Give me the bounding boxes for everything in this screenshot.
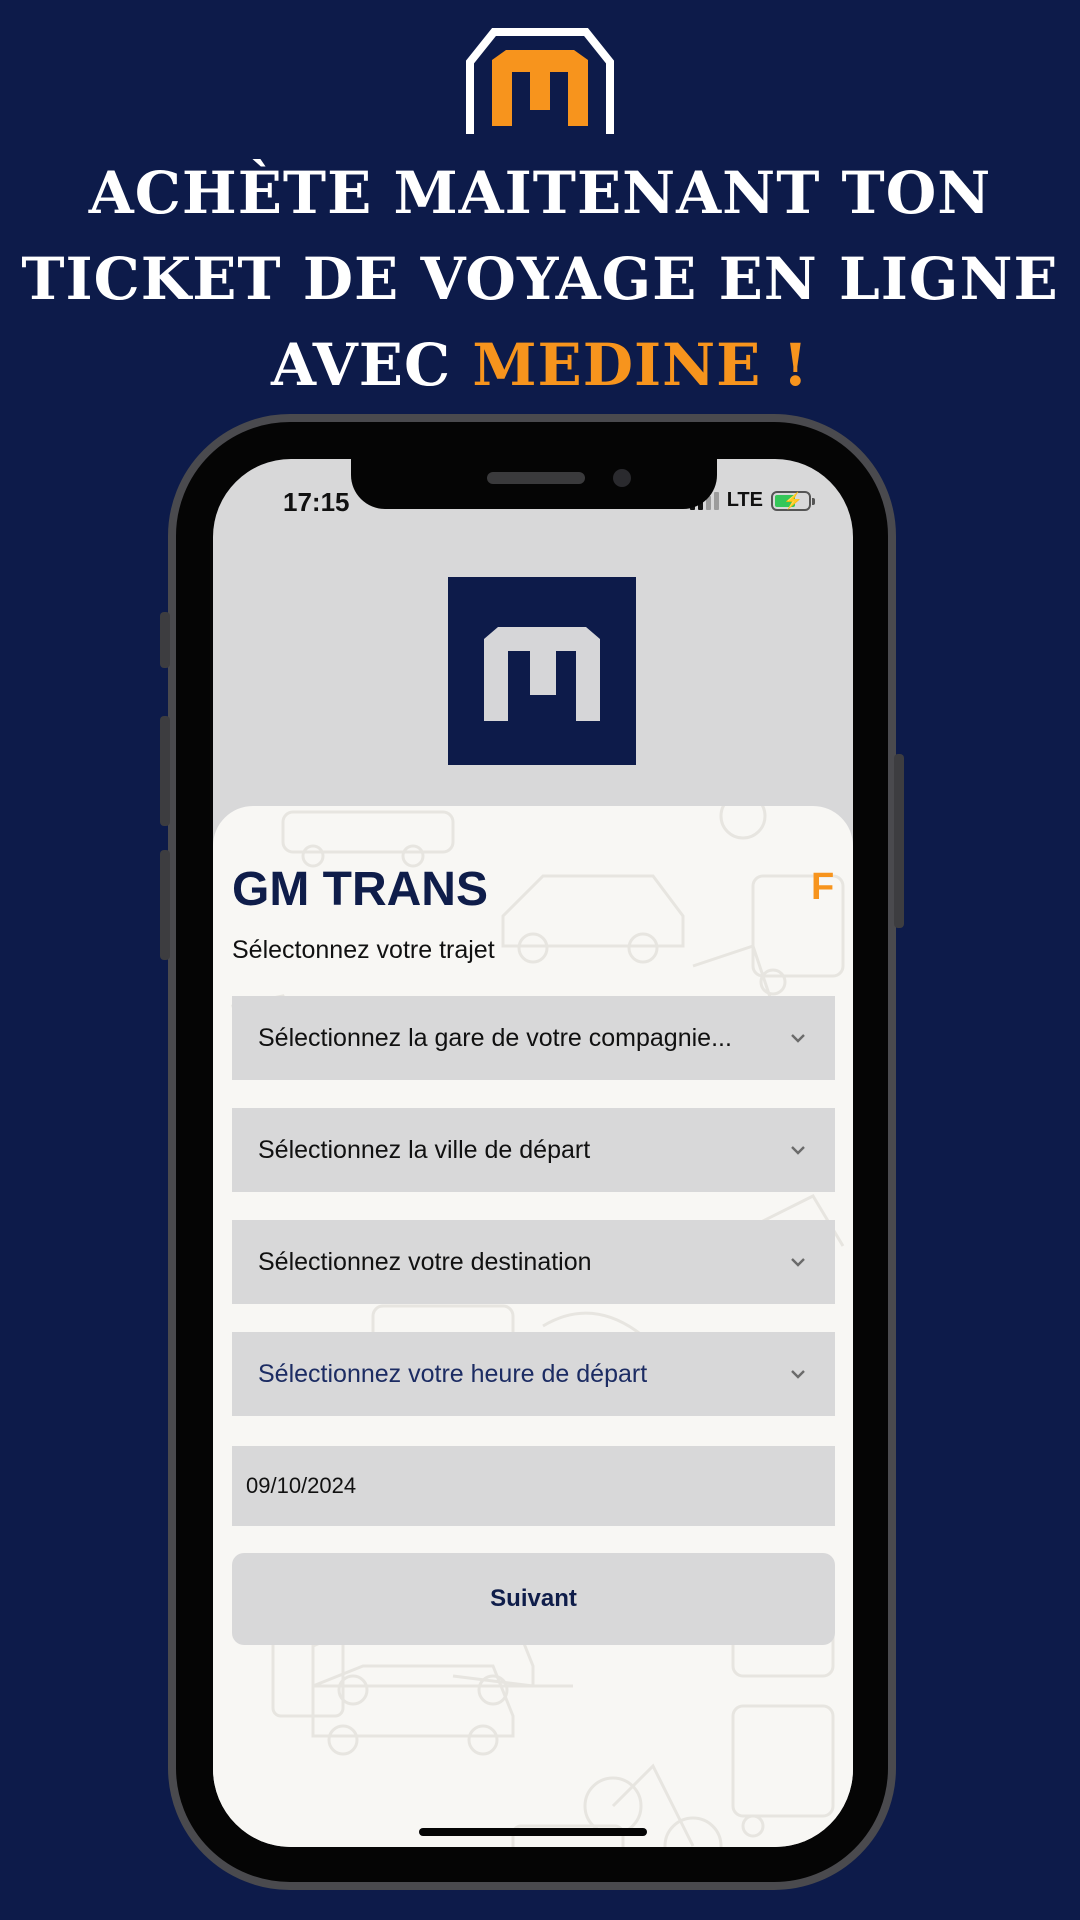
headline-highlight: MEDINE ! [472, 331, 810, 399]
station-select-label: Sélectionnez la gare de votre compagnie.… [258, 1023, 732, 1052]
mute-switch [160, 612, 170, 668]
departure-city-select-label: Sélectionnez la ville de départ [258, 1135, 591, 1164]
speaker-grille [487, 472, 585, 484]
chevron-down-icon [791, 1034, 805, 1043]
headline-line-2: TICKET DE VOYAGE EN LIGNE [21, 245, 1059, 313]
front-camera [613, 469, 631, 487]
app-logo-mark-icon [484, 627, 600, 721]
destination-select[interactable]: Sélectionnez votre destination [232, 1220, 835, 1304]
travel-date-field[interactable]: 09/10/2024 [232, 1446, 835, 1526]
departure-city-select[interactable]: Sélectionnez la ville de départ [232, 1108, 835, 1192]
section-subtitle: Sélectonnez votre trajet [232, 936, 495, 964]
phone-screen: 17:15 LTE ⚡ GM TRANS F Sélectonnez votre… [213, 459, 853, 1847]
home-indicator[interactable] [419, 1828, 647, 1836]
chevron-down-icon [791, 1258, 805, 1267]
status-time: 17:15 [283, 487, 350, 517]
company-name: GM TRANS [232, 863, 488, 916]
departure-time-select[interactable]: Sélectionnez votre heure de départ [232, 1332, 835, 1416]
headline-line-1: ACHÈTE MAITENANT TON [88, 159, 992, 227]
medine-logo [466, 28, 614, 134]
station-select[interactable]: Sélectionnez la gare de votre compagnie.… [232, 996, 835, 1080]
departure-time-select-label: Sélectionnez votre heure de départ [258, 1359, 648, 1388]
power-button [894, 754, 904, 928]
company-badge[interactable]: F [811, 866, 834, 909]
chevron-down-icon [791, 1146, 805, 1155]
booking-card: GM TRANS F Sélectonnez votre trajet Séle… [213, 806, 853, 1847]
network-type: LTE [726, 489, 763, 511]
chevron-down-icon [791, 1370, 805, 1379]
headline-line-3-prefix: AVEC [270, 331, 473, 399]
destination-select-label: Sélectionnez votre destination [258, 1247, 592, 1276]
battery-charging-icon: ⚡ [771, 490, 815, 511]
app-logo [448, 577, 636, 765]
volume-down-button [160, 850, 170, 960]
headline-line-3: AVEC MEDINE ! [0, 322, 1080, 408]
travel-date-value: 09/10/2024 [246, 1473, 357, 1498]
volume-up-button [160, 716, 170, 826]
notch [351, 459, 717, 509]
next-button[interactable]: Suivant [232, 1553, 835, 1645]
headline: ACHÈTE MAITENANT TON TICKET DE VOYAGE EN… [0, 150, 1080, 408]
